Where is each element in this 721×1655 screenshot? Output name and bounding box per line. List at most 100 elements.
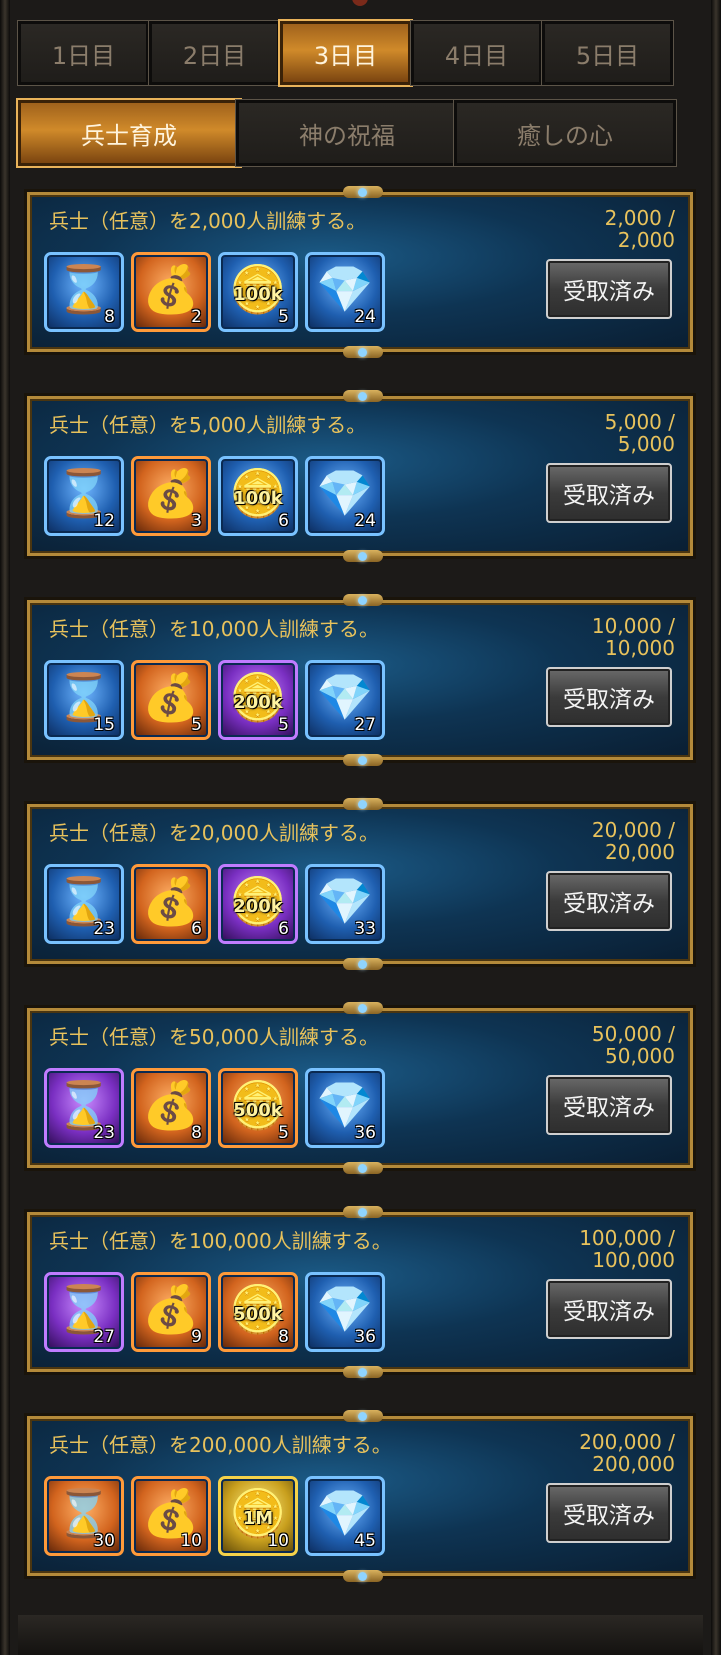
- day-tab-bar: 1日目 2日目 3日目 4日目 5日目: [17, 19, 703, 89]
- task-card: 兵士（任意）を200,000人訓練する。 200,000 / 200,000 ⌛ 30…: [27, 1410, 693, 1582]
- tab-soldier-training[interactable]: 兵士育成: [16, 98, 242, 168]
- card-bottom-ornament: [343, 958, 383, 970]
- reward-item[interactable]: 💎 36: [305, 1272, 385, 1352]
- reward-item[interactable]: 💰 3: [131, 456, 211, 536]
- reward-quantity: 6: [191, 919, 202, 939]
- task-progress: 20,000 / 20,000: [591, 818, 675, 864]
- tab-healing-heart[interactable]: 癒しの心: [453, 99, 677, 167]
- tab-day-3[interactable]: 3日目: [278, 19, 413, 87]
- card-top-ornament: [343, 1410, 383, 1422]
- reward-quantity: 12: [93, 511, 115, 531]
- task-title: 兵士（任意）を10,000人訓練する。: [49, 617, 379, 641]
- claimed-button[interactable]: 受取済み: [546, 259, 672, 319]
- reward-item[interactable]: 💰 9: [131, 1272, 211, 1352]
- claimed-button[interactable]: 受取済み: [546, 463, 672, 523]
- reward-quantity: 36: [354, 1123, 376, 1143]
- claimed-button[interactable]: 受取済み: [546, 667, 672, 727]
- task-title: 兵士（任意）を100,000人訓練する。: [49, 1229, 392, 1253]
- reward-quantity: 33: [354, 919, 376, 939]
- reward-item[interactable]: 💎 24: [305, 456, 385, 536]
- reward-item[interactable]: 💰 6: [131, 864, 211, 944]
- reward-item[interactable]: 💎 33: [305, 864, 385, 944]
- reward-quantity: 8: [191, 1123, 202, 1143]
- reward-quantity: 24: [354, 307, 376, 327]
- reward-item[interactable]: 💎 27: [305, 660, 385, 740]
- reward-quantity: 8: [278, 1327, 289, 1347]
- reward-item[interactable]: ⌛ 23: [44, 1068, 124, 1148]
- card-top-ornament: [343, 594, 383, 606]
- claimed-button[interactable]: 受取済み: [546, 1279, 672, 1339]
- tab-day-1[interactable]: 1日目: [17, 20, 150, 86]
- reward-quantity: 45: [354, 1531, 376, 1551]
- reward-item[interactable]: 💰 2: [131, 252, 211, 332]
- claimed-button[interactable]: 受取済み: [546, 871, 672, 931]
- reward-item[interactable]: ⌛ 27: [44, 1272, 124, 1352]
- card-bottom-ornament: [343, 1570, 383, 1582]
- reward-amount-label: 200k: [233, 692, 283, 713]
- tab-day-2[interactable]: 2日目: [148, 20, 281, 86]
- claimed-button[interactable]: 受取済み: [546, 1483, 672, 1543]
- card-bottom-ornament: [343, 550, 383, 562]
- card-top-ornament: [343, 1002, 383, 1014]
- reward-quantity: 24: [354, 511, 376, 531]
- task-card: 兵士（任意）を2,000人訓練する。 2,000 / 2,000 ⌛ 8 💰 2 🪙 100k…: [27, 186, 693, 358]
- reward-item[interactable]: 💎 36: [305, 1068, 385, 1148]
- reward-item[interactable]: 💎 45: [305, 1476, 385, 1556]
- reward-item[interactable]: ⌛ 8: [44, 252, 124, 332]
- reward-amount-label: 100k: [233, 284, 283, 305]
- reward-quantity: 15: [93, 715, 115, 735]
- top-ornament: [352, 0, 368, 6]
- claimed-button[interactable]: 受取済み: [546, 1075, 672, 1135]
- tab-day-5[interactable]: 5日目: [541, 20, 674, 86]
- reward-quantity: 9: [191, 1327, 202, 1347]
- reward-item[interactable]: 🪙 100k 5: [218, 252, 298, 332]
- reward-amount-label: 500k: [233, 1304, 283, 1325]
- reward-item[interactable]: ⌛ 30: [44, 1476, 124, 1556]
- reward-quantity: 23: [93, 919, 115, 939]
- card-top-ornament: [343, 390, 383, 402]
- task-title: 兵士（任意）を20,000人訓練する。: [49, 821, 379, 845]
- tab-divine-blessing[interactable]: 神の祝福: [235, 99, 459, 167]
- task-progress: 2,000 / 2,000: [604, 206, 675, 252]
- reward-item[interactable]: ⌛ 15: [44, 660, 124, 740]
- reward-quantity: 5: [191, 715, 202, 735]
- reward-quantity: 6: [278, 511, 289, 531]
- reward-amount-label: 500k: [233, 1100, 283, 1121]
- reward-quantity: 36: [354, 1327, 376, 1347]
- reward-amount-label: 100k: [233, 488, 283, 509]
- reward-quantity: 23: [93, 1123, 115, 1143]
- reward-quantity: 5: [278, 1123, 289, 1143]
- reward-item[interactable]: 🪙 1M 10: [218, 1476, 298, 1556]
- reward-item[interactable]: ⌛ 23: [44, 864, 124, 944]
- reward-item[interactable]: 💰 10: [131, 1476, 211, 1556]
- task-title: 兵士（任意）を50,000人訓練する。: [49, 1025, 379, 1049]
- reward-quantity: 27: [354, 715, 376, 735]
- reward-item[interactable]: 💎 24: [305, 252, 385, 332]
- reward-quantity: 8: [104, 307, 115, 327]
- reward-quantity: 27: [93, 1327, 115, 1347]
- reward-item[interactable]: 🪙 500k 8: [218, 1272, 298, 1352]
- reward-quantity: 6: [278, 919, 289, 939]
- reward-quantity: 2: [191, 307, 202, 327]
- reward-item[interactable]: 🪙 500k 5: [218, 1068, 298, 1148]
- task-title: 兵士（任意）を5,000人訓練する。: [49, 413, 367, 437]
- task-card: 兵士（任意）を10,000人訓練する。 10,000 / 10,000 ⌛ 15 💰 5 🪙…: [27, 594, 693, 766]
- reward-item[interactable]: 🪙 100k 6: [218, 456, 298, 536]
- reward-item[interactable]: 💰 5: [131, 660, 211, 740]
- reward-quantity: 30: [93, 1531, 115, 1551]
- reward-quantity: 5: [278, 715, 289, 735]
- tab-day-4[interactable]: 4日目: [410, 20, 543, 86]
- reward-item[interactable]: 💰 8: [131, 1068, 211, 1148]
- category-tab-bar: 兵士育成 神の祝福 癒しの心: [16, 98, 703, 170]
- task-card: 兵士（任意）を20,000人訓練する。 20,000 / 20,000 ⌛ 23 💰 6 🪙…: [27, 798, 693, 970]
- card-top-ornament: [343, 186, 383, 198]
- reward-item[interactable]: ⌛ 12: [44, 456, 124, 536]
- task-card: 兵士（任意）を50,000人訓練する。 50,000 / 50,000 ⌛ 23 💰 8 🪙…: [27, 1002, 693, 1174]
- bottom-bar: [18, 1615, 703, 1655]
- reward-item[interactable]: 🪙 200k 6: [218, 864, 298, 944]
- reward-amount-label: 1M: [242, 1508, 274, 1529]
- reward-quantity: 10: [180, 1531, 202, 1551]
- reward-item[interactable]: 🪙 200k 5: [218, 660, 298, 740]
- card-top-ornament: [343, 798, 383, 810]
- card-bottom-ornament: [343, 754, 383, 766]
